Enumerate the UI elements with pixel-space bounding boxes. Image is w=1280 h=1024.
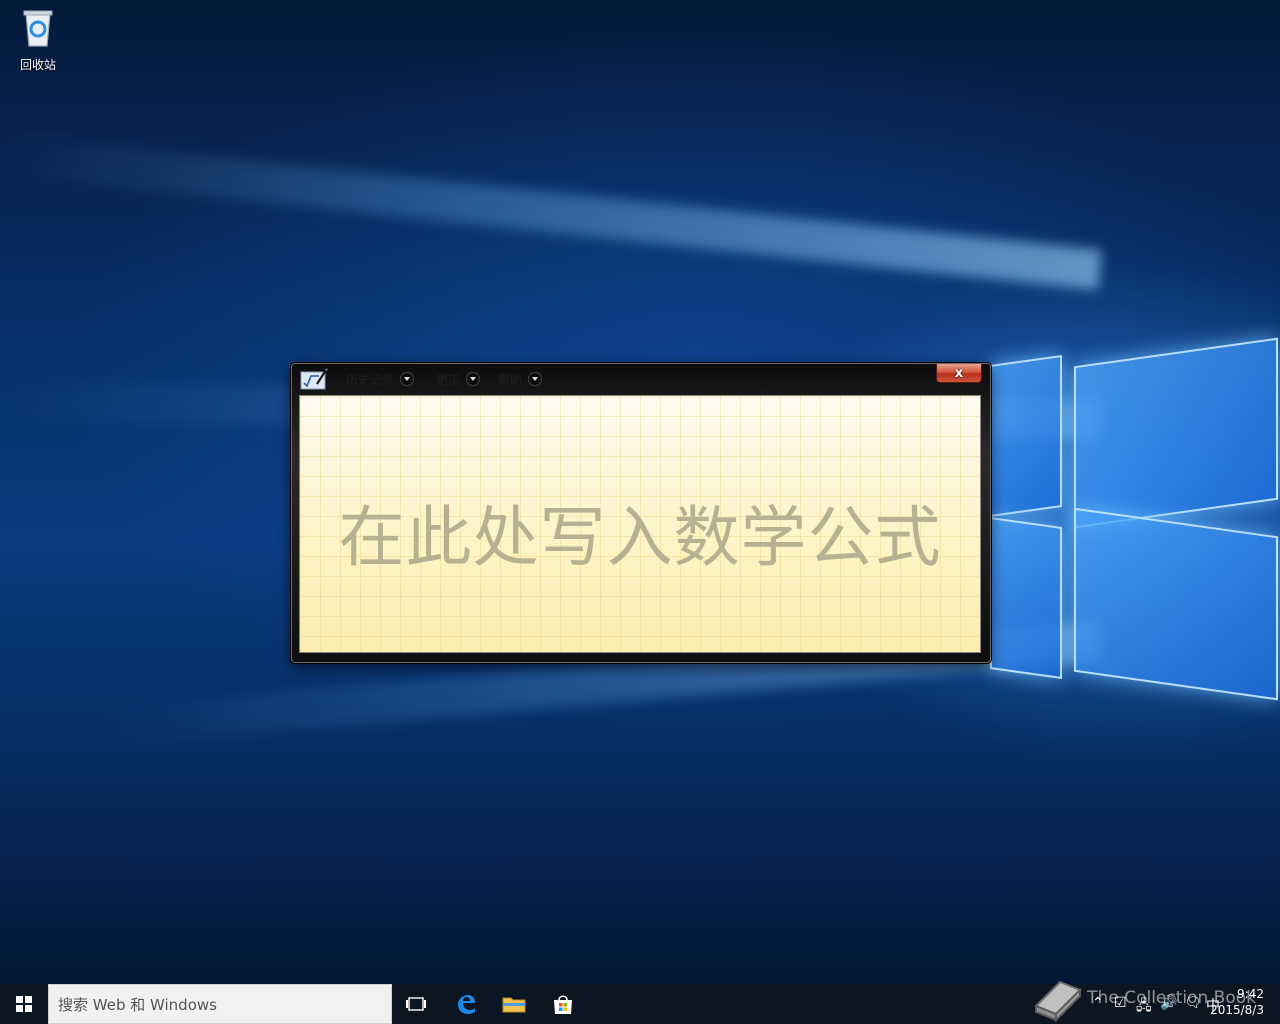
edge-browser-button[interactable] xyxy=(442,984,490,1024)
light-beam xyxy=(3,135,1103,290)
correct-menu[interactable]: 更正 xyxy=(436,370,481,388)
task-view-icon xyxy=(406,997,426,1011)
task-view-button[interactable] xyxy=(392,984,440,1024)
taskbar: 搜索 Web 和 Windows The Collection Book ⌃ ☑… xyxy=(0,980,1280,1024)
logo-pane xyxy=(990,354,1062,518)
title-bar[interactable]: 历史记录 更正 帮助 x xyxy=(292,364,990,394)
math-input-panel-window: 历史记录 更正 帮助 x 在此处写入数学公式 xyxy=(291,363,991,663)
help-menu[interactable]: 帮助 xyxy=(498,370,543,388)
chevron-down-icon xyxy=(466,372,481,386)
math-input-app-icon xyxy=(300,368,328,390)
network-icon[interactable]: 🖧 xyxy=(1136,995,1152,1019)
close-icon: x xyxy=(954,365,964,381)
recycle-bin-icon xyxy=(23,10,53,47)
edge-icon xyxy=(458,995,475,1014)
store-button[interactable] xyxy=(539,984,587,1024)
help-menu-label: 帮助 xyxy=(498,372,523,387)
system-tray: The Collection Book ⌃ ☑ 🖧 🔊 🗨 中 9:42 201… xyxy=(1030,980,1280,1024)
writing-area[interactable]: 在此处写入数学公式 xyxy=(299,395,981,653)
history-menu[interactable]: 历史记录 xyxy=(346,370,415,388)
file-explorer-button[interactable] xyxy=(490,984,538,1024)
folder-icon xyxy=(502,997,526,1013)
start-button[interactable] xyxy=(0,984,48,1024)
store-icon xyxy=(554,995,572,1014)
logo-pane xyxy=(1074,507,1278,701)
close-button[interactable]: x xyxy=(936,364,982,383)
search-box[interactable]: 搜索 Web 和 Windows xyxy=(48,984,392,1024)
show-hidden-icons-icon[interactable]: ⌃ xyxy=(1092,995,1104,1011)
clock[interactable]: 9:42 2015/8/3 xyxy=(1204,986,1264,1018)
volume-icon[interactable]: 🔊 xyxy=(1160,995,1177,1011)
logo-pane xyxy=(1074,337,1278,529)
clock-time: 9:42 xyxy=(1237,987,1264,1001)
chevron-down-icon xyxy=(400,372,415,386)
search-placeholder: 搜索 Web 和 Windows xyxy=(58,995,217,1014)
recycle-bin-shortcut[interactable]: 回收站 xyxy=(10,8,66,78)
correct-menu-label: 更正 xyxy=(436,372,461,387)
notification-check-icon[interactable]: ☑ xyxy=(1114,995,1127,1011)
history-menu-label: 历史记录 xyxy=(346,372,395,387)
recycle-bin-label: 回收站 xyxy=(19,58,56,72)
windows-start-icon xyxy=(16,996,32,1012)
book-watermark-icon xyxy=(1034,980,1082,1022)
clock-date: 2015/8/3 xyxy=(1210,1003,1264,1017)
chevron-down-icon xyxy=(528,372,543,386)
writing-prompt: 在此处写入数学公式 xyxy=(338,499,942,576)
desktop-background: 回收站 历史记录 更正 帮助 x 在此处写入数学公式 xyxy=(0,0,1280,984)
windows-logo-light xyxy=(990,330,1280,710)
action-center-icon[interactable]: 🗨 xyxy=(1184,995,1202,1011)
logo-pane xyxy=(990,516,1062,680)
